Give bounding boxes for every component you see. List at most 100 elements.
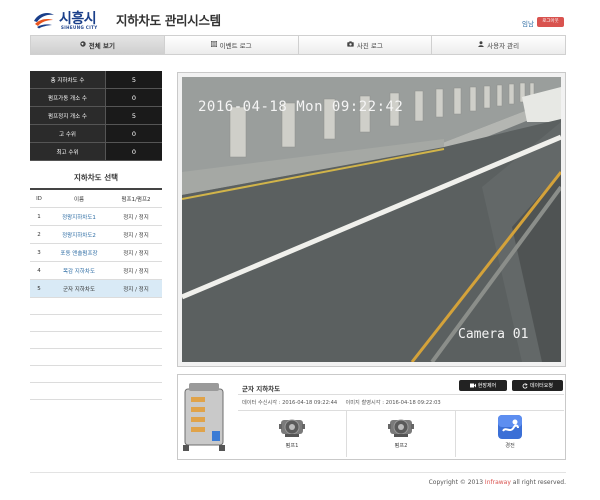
power-label: 경전 [505, 443, 515, 449]
camera-feed[interactable]: 2016-04-18 Mon 09:22:42 Camera 01 [182, 77, 561, 362]
table-header: ID 이름 펌프1/펌프2 [30, 190, 162, 208]
stat-value: 5 [106, 71, 162, 88]
row-id: 1 [37, 213, 41, 220]
empty-row [30, 366, 162, 383]
underpass-select-title: 지하차도 선택 [73, 173, 118, 182]
user-name: 임남 [522, 20, 534, 28]
row-id: 3 [37, 249, 41, 256]
pump2-status[interactable]: 펌프2 [347, 411, 456, 457]
row-status: 정지 / 정지 [123, 214, 149, 221]
image-captured-label: 이미지 촬영시각 : [345, 400, 384, 406]
stat-row-pump-stopped: 펌프정지 개소 수 5 [30, 107, 162, 125]
column-header-id: ID [36, 195, 42, 202]
row-status: 정지 / 정지 [123, 268, 149, 275]
row-status: 정지 / 정지 [123, 286, 149, 293]
siheung-logo-icon [34, 13, 54, 29]
copyright-prefix: Copyright © 2013 [428, 479, 485, 486]
water-tank-icon [183, 383, 225, 451]
empty-row [30, 315, 162, 332]
row-id: 2 [37, 231, 41, 238]
footer-divider [30, 472, 566, 473]
image-captured-value: 2016-04-18 09:22:03 [385, 400, 441, 406]
underpass-name: 군자 지하차도 [242, 385, 281, 393]
main-tabs: 전체 보기 이벤트 로그 사진 로그 사용자 관리 [30, 35, 566, 55]
pump1-status[interactable]: 펌프1 [238, 411, 347, 457]
pump-icon [279, 419, 305, 437]
table-row[interactable]: 1 정왕지하차도1 정지 / 정지 [30, 208, 162, 226]
table-row[interactable]: 2 정왕지하차도2 정지 / 정지 [30, 226, 162, 244]
stat-value: 5 [106, 107, 162, 124]
brand-link[interactable]: Infraway [485, 479, 511, 486]
tab-user-management[interactable]: 사용자 관리 [432, 36, 565, 54]
empty-row [30, 383, 162, 400]
logout-button[interactable]: 로그아웃 [537, 17, 564, 27]
row-name-link[interactable]: 목감 지하차도 [48, 267, 110, 275]
table-row[interactable]: 4 목감 지하차도 정지 / 정지 [30, 262, 162, 280]
camera-name: Camera 01 [458, 327, 529, 342]
stat-row-total: 총 지하차도 수 5 [30, 71, 162, 89]
data-received-value: 2016-04-18 09:22:44 [282, 400, 338, 406]
video-icon [469, 383, 476, 388]
siheung-logo[interactable]: 시흥시 SIHEUNG CITY [32, 7, 112, 31]
user-icon [478, 41, 484, 49]
table-row[interactable]: 3 포동 앤솔펌프장 정지 / 정지 [30, 244, 162, 262]
tab-event-log[interactable]: 이벤트 로그 [165, 36, 299, 54]
camera-icon [347, 41, 354, 49]
column-header-pumps: 펌프1/펌프2 [121, 196, 151, 203]
stat-value: 0 [106, 89, 162, 106]
stat-value: 0 [106, 143, 162, 160]
stat-row-high-level: 고 수위 0 [30, 125, 162, 143]
pump-icon [388, 419, 414, 437]
footer: Copyright © 2013 Infraway all right rese… [420, 479, 566, 486]
site-control-button[interactable]: 현장제어 [459, 380, 507, 391]
camera-timestamp: 2016-04-18 Mon 09:22:42 [198, 99, 404, 115]
row-name-link[interactable]: 군자 지하차도 [48, 285, 110, 293]
row-status: 정지 / 정지 [123, 250, 149, 257]
empty-row [30, 349, 162, 366]
stat-row-pump-running: 펌프가동 개소 수 0 [30, 89, 162, 107]
power-status[interactable]: 경전 [456, 411, 564, 457]
stat-label: 총 지하차도 수 [30, 71, 106, 88]
stat-label: 펌프가동 개소 수 [30, 89, 106, 106]
underpass-detail-panel: 군자 지하차도 현장제어 데이터요청 데이터 수신시각 : 2016-04-18… [177, 374, 566, 460]
device-status-row: 펌프1 펌프2 경전 [238, 411, 564, 457]
row-id: 4 [37, 267, 41, 274]
camera-panel: 2016-04-18 Mon 09:22:42 Camera 01 [177, 72, 566, 367]
tab-label: 이벤트 로그 [219, 42, 252, 50]
pump-label: 펌프2 [394, 443, 408, 449]
copyright-suffix: all right reserved. [510, 479, 566, 486]
stat-value: 0 [106, 125, 162, 142]
stats-panel: 총 지하차도 수 5 펌프가동 개소 수 0 펌프정지 개소 수 5 고 수위 … [30, 71, 162, 161]
header: 시흥시 SIHEUNG CITY 지하차도 관리시스템 임남 로그아웃 [0, 0, 600, 34]
stat-row-max-level: 최고 수위 0 [30, 143, 162, 161]
pump-label: 펌프1 [285, 443, 299, 449]
refresh-icon [522, 382, 528, 388]
row-name-link[interactable]: 정왕지하차도2 [48, 231, 110, 239]
empty-row [30, 298, 162, 315]
column-header-name: 이름 [73, 196, 85, 203]
data-received-label: 데이터 수신시각 : [242, 400, 281, 406]
button-label: 현장제어 [477, 383, 497, 389]
row-name-link[interactable]: 포동 앤솔펌프장 [48, 249, 110, 257]
row-name-link[interactable]: 정왕지하차도1 [48, 213, 110, 221]
button-label: 데이터요청 [529, 383, 553, 389]
power-icon [498, 415, 522, 439]
empty-row [30, 332, 162, 349]
table-row-selected[interactable]: 5 군자 지하차도 정지 / 정지 [30, 280, 162, 298]
tab-label: 전체 보기 [88, 42, 115, 50]
data-request-button[interactable]: 데이터요청 [512, 380, 563, 391]
tab-label: 사진 로그 [356, 42, 383, 50]
timestamps-info: 데이터 수신시각 : 2016-04-18 09:22:44 이미지 촬영시각 … [242, 399, 441, 406]
list-icon [210, 41, 217, 49]
tab-photo-log[interactable]: 사진 로그 [299, 36, 433, 54]
tab-overview[interactable]: 전체 보기 [31, 36, 165, 54]
stat-label: 고 수위 [30, 125, 106, 142]
stat-label: 최고 수위 [30, 143, 106, 160]
underpass-table: ID 이름 펌프1/펌프2 1 정왕지하차도1 정지 / 정지 2 정왕지하차도… [30, 188, 162, 400]
stat-label: 펌프정지 개소 수 [30, 107, 106, 124]
row-id: 5 [37, 285, 41, 292]
divider [238, 394, 564, 395]
system-title: 지하차도 관리시스템 [116, 13, 221, 28]
tab-label: 사용자 관리 [487, 42, 520, 50]
row-status: 정지 / 정지 [123, 232, 149, 239]
